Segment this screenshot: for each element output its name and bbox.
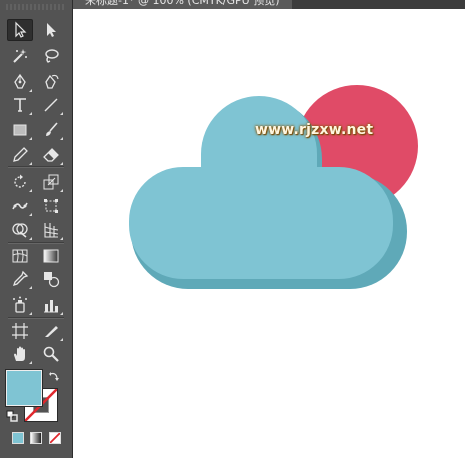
line-segment-tool[interactable] xyxy=(38,94,64,116)
blend-tool[interactable] xyxy=(38,268,64,290)
direct-selection-arrow-icon xyxy=(47,23,56,37)
column-graph-tool[interactable] xyxy=(38,294,64,316)
eyedropper-tool[interactable] xyxy=(7,268,33,290)
artboard-icon xyxy=(12,323,28,339)
rotate-icon xyxy=(14,174,26,188)
gradient-tool[interactable] xyxy=(38,245,64,267)
slice-icon xyxy=(45,326,58,337)
selection-tool[interactable] xyxy=(7,19,33,41)
rectangle-tool[interactable] xyxy=(7,119,33,141)
scale-icon xyxy=(43,174,59,190)
lasso-tool[interactable] xyxy=(38,45,64,67)
blend-icon xyxy=(44,272,60,288)
fill-color-swatch[interactable] xyxy=(6,370,42,406)
eraser-tool[interactable] xyxy=(38,144,64,166)
lasso-icon xyxy=(45,49,59,63)
pen-tool[interactable] xyxy=(7,71,33,93)
pen-icon xyxy=(14,73,26,89)
perspective-grid-icon xyxy=(44,223,59,238)
mesh-icon xyxy=(12,249,28,263)
tools-panel xyxy=(0,0,73,458)
mesh-tool[interactable] xyxy=(7,245,33,267)
free-transform-icon xyxy=(44,199,58,213)
none-mode-button[interactable] xyxy=(49,432,61,444)
direct-selection-tool[interactable] xyxy=(38,19,64,41)
shape-builder-icon xyxy=(12,223,28,238)
gradient-icon xyxy=(43,249,59,263)
curvature-pen-icon xyxy=(45,74,59,89)
paintbrush-tool[interactable] xyxy=(38,119,64,141)
color-mode-button[interactable] xyxy=(12,432,24,444)
magic-wand-icon xyxy=(13,49,27,63)
pencil-icon xyxy=(13,147,28,162)
puppet-warp-tool[interactable] xyxy=(7,195,33,217)
puppet-warp-icon xyxy=(12,202,28,210)
selection-arrow-icon xyxy=(15,21,27,38)
panel-grip[interactable] xyxy=(6,4,66,10)
document-tab[interactable]: 未标题-1* @ 100% (CMYK/GPU 预览) xyxy=(73,0,292,9)
swap-fill-stroke-icon[interactable] xyxy=(48,370,60,382)
scale-tool[interactable] xyxy=(38,171,64,193)
curvature-tool[interactable] xyxy=(38,71,64,93)
hand-tool[interactable] xyxy=(7,343,33,365)
type-icon xyxy=(14,98,26,112)
pencil-tool[interactable] xyxy=(7,144,33,166)
none-icon xyxy=(50,433,60,443)
eyedropper-icon xyxy=(12,270,29,287)
artboard-tool[interactable] xyxy=(7,320,33,342)
paintbrush-icon xyxy=(46,122,58,136)
eraser-icon xyxy=(43,148,59,162)
free-transform-tool[interactable] xyxy=(38,195,64,217)
rectangle-icon xyxy=(13,124,27,136)
perspective-grid-tool[interactable] xyxy=(38,219,64,241)
magic-wand-tool[interactable] xyxy=(7,45,33,67)
watermark-text: www.rjzxw.net xyxy=(255,122,374,138)
zoom-tool[interactable] xyxy=(38,343,64,365)
column-graph-icon xyxy=(44,300,58,313)
rotate-tool[interactable] xyxy=(7,171,33,193)
shape-builder-tool[interactable] xyxy=(7,219,33,241)
line-segment-icon xyxy=(44,98,58,112)
cloud-sun-illustration xyxy=(129,85,418,289)
default-fill-stroke-icon[interactable] xyxy=(6,410,18,422)
artboard-canvas[interactable]: www.rjzxw.net xyxy=(73,9,465,458)
symbol-sprayer-icon xyxy=(13,296,27,313)
zoom-icon xyxy=(43,346,59,362)
symbol-sprayer-tool[interactable] xyxy=(7,294,33,316)
type-tool[interactable] xyxy=(7,94,33,116)
slice-tool[interactable] xyxy=(38,320,64,342)
gradient-mode-button[interactable] xyxy=(30,432,42,444)
hand-icon xyxy=(14,346,25,361)
document-tab-bar: 未标题-1* @ 100% (CMYK/GPU 预览) xyxy=(73,0,465,9)
